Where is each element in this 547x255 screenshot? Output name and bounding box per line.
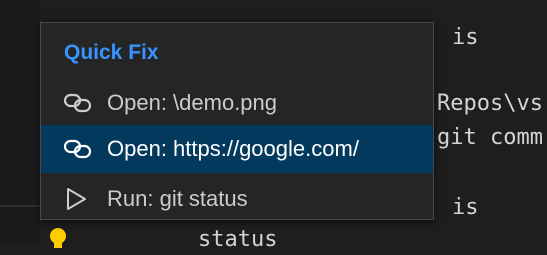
lightbulb-icon[interactable]	[48, 226, 68, 250]
link-icon	[63, 91, 95, 115]
quick-fix-item-label: Run: git status	[107, 186, 248, 211]
gutter-divider	[0, 205, 40, 207]
quick-fix-item-open-demo[interactable]: Open: \demo.png	[41, 79, 433, 127]
code-line: status	[198, 227, 278, 252]
quick-fix-menu: Quick Fix Open: \demo.png Open: https://…	[40, 22, 434, 220]
quick-fix-item-label: Open: \demo.png	[107, 90, 278, 115]
code-line: is	[452, 25, 479, 50]
link-icon	[63, 137, 95, 161]
code-line: git comm	[437, 125, 543, 150]
editor-gutter	[0, 0, 40, 245]
quick-fix-title: Quick Fix	[64, 41, 159, 64]
play-icon	[63, 187, 95, 211]
code-line: is	[452, 195, 479, 220]
code-line: Repos\vs	[437, 91, 543, 116]
quick-fix-item-label: Open: https://google.com/	[107, 136, 359, 161]
quick-fix-item-open-google[interactable]: Open: https://google.com/	[41, 125, 433, 173]
quick-fix-item-run-git-status[interactable]: Run: git status	[41, 175, 433, 223]
